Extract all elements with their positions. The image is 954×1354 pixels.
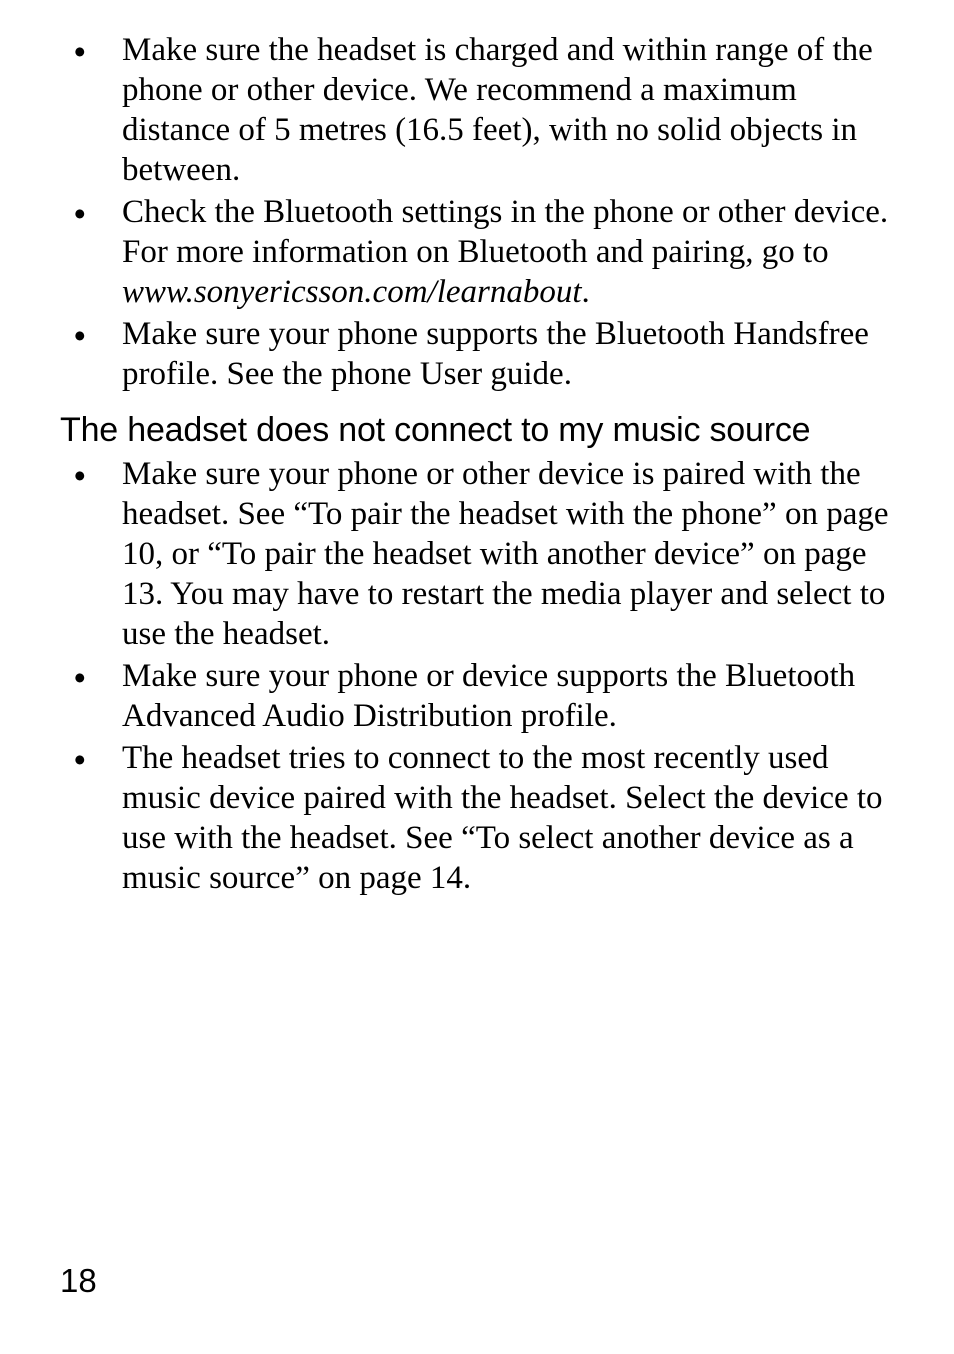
page-number: 18 (60, 1262, 97, 1300)
text-italic-url: www.sonyericsson.com/learnabout (122, 274, 582, 310)
list-item: • Make sure your phone supports the Blue… (60, 314, 894, 394)
list-item: • Make sure your phone or device support… (60, 656, 894, 736)
list-item-text: Make sure the headset is charged and wit… (122, 30, 894, 190)
text-pre: Check the Bluetooth settings in the phon… (122, 194, 888, 270)
list-item-text: Make sure your phone or other device is … (122, 454, 894, 654)
bullet-list-2: • Make sure your phone or other device i… (60, 454, 894, 898)
list-item: • Check the Bluetooth settings in the ph… (60, 192, 894, 312)
list-item-text: Make sure your phone supports the Blueto… (122, 314, 894, 394)
bullet-icon: • (60, 30, 122, 74)
bullet-icon: • (60, 656, 122, 700)
list-item-text: Make sure your phone or device supports … (122, 656, 894, 736)
bullet-icon: • (60, 314, 122, 358)
list-item-text: Check the Bluetooth settings in the phon… (122, 192, 894, 312)
bullet-icon: • (60, 454, 122, 498)
list-item: • Make sure the headset is charged and w… (60, 30, 894, 190)
list-item-text: The headset tries to connect to the most… (122, 738, 894, 898)
page: • Make sure the headset is charged and w… (0, 0, 954, 1354)
section-heading: The headset does not connect to my music… (60, 408, 894, 452)
list-item: • Make sure your phone or other device i… (60, 454, 894, 654)
bullet-icon: • (60, 192, 122, 236)
list-item: • The headset tries to connect to the mo… (60, 738, 894, 898)
text-post: . (582, 274, 590, 310)
bullet-icon: • (60, 738, 122, 782)
bullet-list-1: • Make sure the headset is charged and w… (60, 30, 894, 394)
